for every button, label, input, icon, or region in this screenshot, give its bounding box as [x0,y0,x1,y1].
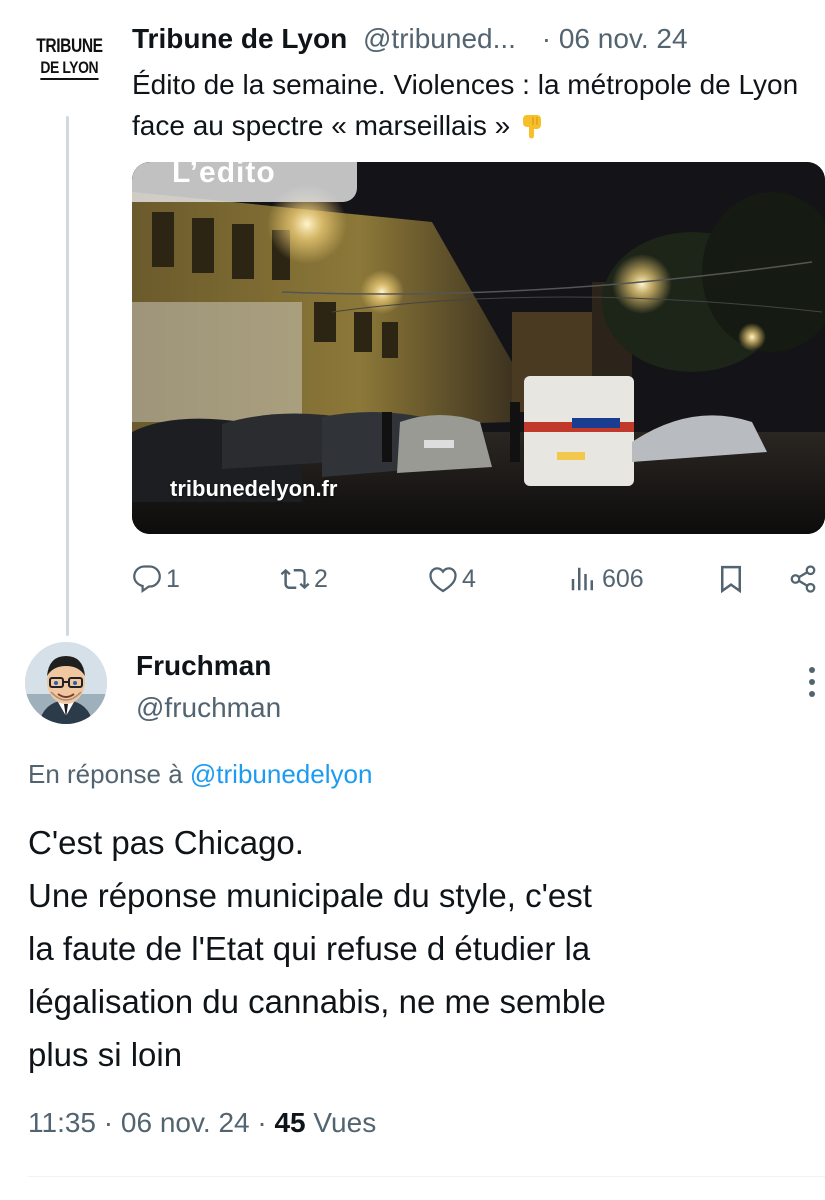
article-image[interactable]: L’edito tribunedelyon.fr [132,162,825,534]
reply-time[interactable]: 11:35 [28,1107,96,1138]
retweet-count: 2 [314,564,328,593]
divider [28,1176,825,1177]
reply-tweet-meta: 11:35 · 06 nov. 24 · 45 Vues [28,1104,376,1142]
reply-text-line: plus si loin [28,1036,183,1073]
logo-line-1: TRIBUNE [35,36,103,57]
reply-to-mention-link[interactable]: @tribunedelyon [190,759,373,789]
heart-icon [429,567,457,593]
separator-dot: · [257,1107,275,1138]
reply-author-name[interactable]: Fruchman [136,648,271,684]
reply-views-label: Vues [313,1107,377,1138]
reply-to-prefix: En réponse à [28,759,183,789]
cartoon-avatar-image [25,642,107,724]
logo-line-2: DE LYON [40,58,98,80]
avatar[interactable] [25,642,107,724]
reply-text-line: C'est pas Chicago. [28,824,304,861]
reply-tweet-text: C'est pas Chicago. Une réponse municipal… [28,816,808,1081]
like-button[interactable]: 4 [428,556,476,602]
parent-tweet-text: Édito de la semaine. Violences : la métr… [132,64,822,146]
watermark-url: tribunedelyon.fr [170,476,338,501]
more-options-icon[interactable] [800,664,824,700]
backhand-index-pointing-down-icon [522,115,541,139]
reply-date[interactable]: 06 nov. 24 [121,1107,250,1138]
reply-count: 1 [166,564,180,593]
reply-author-handle[interactable]: @fruchman [136,690,281,726]
share-button[interactable] [788,556,818,602]
share-icon [790,565,816,593]
tribune-de-lyon-logo[interactable]: TRIBUNE DE LYON [30,36,108,96]
views-button[interactable]: 606 [568,556,644,602]
parent-tweet-date[interactable]: · 06 nov. 24 [542,23,688,54]
bookmark-button[interactable] [716,556,746,602]
reply-icon [133,565,161,594]
retweet-icon [280,568,310,590]
analytics-bars-icon [571,567,593,591]
reply-text-line: légalisation du cannabis, ne me semble [28,983,606,1020]
parent-tweet-header: Tribune de Lyon @tribuned... · 06 nov. 2… [132,20,802,60]
parent-tweet-actions: 1 2 4 606 [132,556,825,604]
bookmark-icon [721,565,741,594]
reply-button[interactable]: 1 [132,556,180,602]
like-count: 4 [462,564,476,593]
separator-dot: · [103,1107,121,1138]
reply-text-line: Une réponse municipale du style, c'est [28,877,592,914]
views-count: 606 [602,564,644,593]
reply-context: En réponse à @tribunedelyon [28,756,372,792]
reply-views-number: 45 [274,1107,306,1138]
reply-text-line: la faute de l'Etat qui refuse d étudier … [28,930,591,967]
thread-connector-line [66,116,69,636]
edito-overlay-label: L’edito [132,162,357,202]
parent-tweet-body: Édito de la semaine. Violences : la métr… [132,69,799,141]
parent-author-name[interactable]: Tribune de Lyon [132,23,347,54]
edito-label-text: L’edito [172,162,276,189]
parent-author-handle[interactable]: @tribuned... [363,23,516,54]
retweet-button[interactable]: 2 [280,556,328,602]
